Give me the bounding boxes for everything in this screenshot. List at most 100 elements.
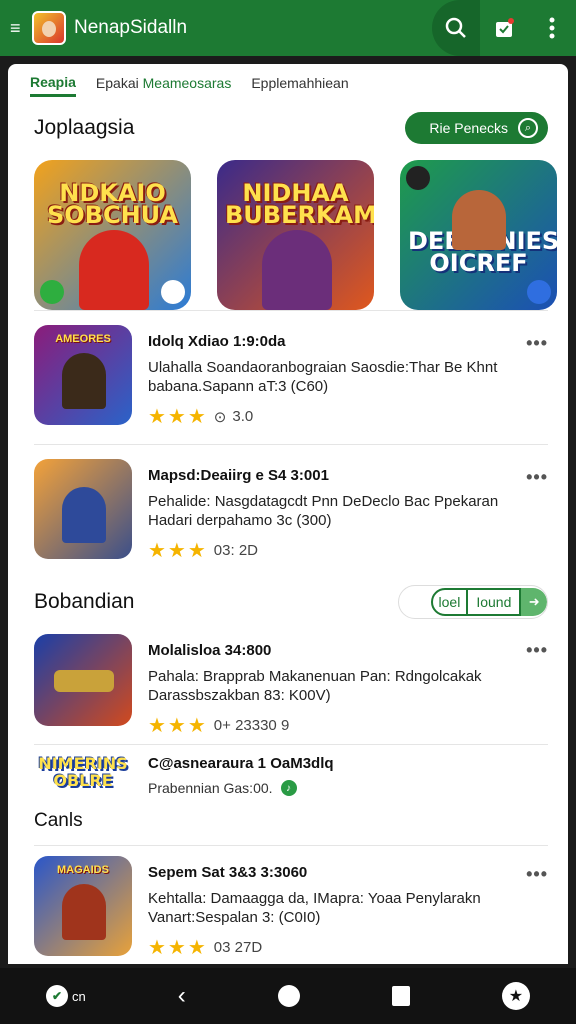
app-icon-tag: MAGAIDS (57, 864, 109, 876)
system-nav-bar: ✔ cn ‹ ★ (0, 968, 576, 1024)
star-rating-icon: ★★★ (148, 937, 208, 959)
star-rating-icon: ★★★ (148, 540, 208, 562)
download-icon: ⊙ (213, 408, 227, 426)
section-action-label: Rie Penecks (429, 120, 508, 136)
content-sheet: Reapia Epakai Meameosaras Epplemahhiean … (8, 64, 568, 964)
tab-epakai-prefix: Epakai (95, 75, 143, 91)
app-desc-line: Darassbszakban 83: K00V) (148, 687, 331, 704)
recents-icon (391, 986, 410, 1006)
app-logo (32, 11, 66, 45)
filter-option[interactable]: Iound (468, 588, 522, 616)
app-list-item[interactable]: MAGAIDS Sepem Sat 3&3 3:3060 Kehtalla: D… (8, 846, 568, 964)
app-description: Pahala: Brapprab Makanenuan Pan: Rdngolc… (148, 667, 548, 705)
app-name: Sepem Sat 3&3 3:3060 (148, 864, 308, 881)
check-badge-icon (40, 280, 64, 304)
app-list-item[interactable]: Molalisloa 34:800 Pahala: Brapprab Makan… (8, 626, 568, 744)
app-list-item-compact[interactable]: NIMERINS OBLRE C@asnearaura 1 OaM3dlq Pr… (8, 745, 568, 801)
recents-button[interactable] (391, 986, 410, 1006)
home-icon (277, 985, 300, 1007)
app-desc-line: Kehtalla: Damaagga da, IMapra: Yoaa Peny… (148, 890, 481, 907)
section-action-button[interactable]: Rie Penecks ⌕ (405, 112, 548, 144)
rating-row: ★★★ 03 27D (148, 935, 548, 960)
tab-epplemahhiean[interactable]: Epplemahhiean (251, 75, 348, 95)
notifications-button[interactable] (480, 0, 528, 56)
app-icon-text: NIMERINS OBLRE (38, 754, 128, 790)
app-icon: NIMERINS OBLRE (34, 755, 132, 795)
filter-toggle[interactable]: loel Iound ➜ (398, 585, 548, 619)
corner-badge-icon (527, 280, 551, 304)
app-bar: ≡ NenapSidalln (0, 0, 576, 56)
assistant-button[interactable]: ★ (501, 982, 530, 1010)
tab-epakai-highlight: Meameosaras (142, 75, 232, 91)
app-name: C@asnearaura 1 OaM3dlq (148, 755, 334, 772)
rating-row: ★★★ ⊙ 3.0 (148, 404, 548, 429)
app-icon: MAGAIDS (34, 856, 132, 956)
featured-carousel: NDKAIO SOBCHUA NIDHAA BUBERKAM DEERSNIES… (8, 150, 568, 310)
app-name: Mapsd:Deaiirg e S4 3:001 (148, 467, 329, 484)
music-icon: ♪ (280, 780, 297, 796)
category-label: Canls (34, 810, 83, 831)
search-icon: ⌕ (518, 118, 538, 138)
app-list-item[interactable]: Mapsd:Deaiirg e S4 3:001 Pehalide: Nasgd… (8, 445, 568, 578)
app-icon: AMEORES (34, 325, 132, 425)
home-button[interactable] (277, 985, 300, 1007)
app-desc-line: Hadari derpahamo 3c (300) (148, 512, 332, 529)
nav-shield[interactable]: ✔ cn (46, 985, 86, 1007)
character-figure (62, 353, 106, 409)
app-icon-tag: AMEORES (55, 333, 111, 345)
app-desc-line: Vanart:Sespalan 3: (C0I0) (148, 909, 321, 926)
rating-value: 0+ 23330 9 (213, 717, 290, 734)
bag-icon (496, 18, 514, 37)
featured-card[interactable]: NDKAIO SOBCHUA (34, 160, 191, 310)
app-desc-line: Pehalide: Nasgdatagcdt Pnn DeDeclo Bac P… (148, 493, 499, 510)
back-button[interactable]: ‹ (178, 982, 186, 1010)
more-horiz-icon[interactable]: ••• (526, 640, 548, 661)
search-button[interactable] (432, 0, 480, 56)
section-header: Bobandian loel Iound ➜ (8, 578, 568, 626)
rating-value: 3.0 (232, 408, 254, 425)
app-icon (34, 634, 132, 726)
section-header: Joplaagsia Rie Penecks ⌕ (8, 106, 568, 150)
more-vert-icon (549, 17, 555, 39)
app-desc-line: Pahala: Brapprab Makanenuan Pan: Rdngolc… (148, 668, 482, 685)
character-figure (79, 230, 149, 310)
featured-card[interactable]: NIDHAA BUBERKAM (217, 160, 374, 310)
featured-card-title: NDKAIO SOBCHUA (46, 179, 178, 229)
section-title: Joplaagsia (34, 116, 135, 139)
search-icon (445, 17, 466, 38)
character-figure (62, 487, 106, 543)
tab-reapia[interactable]: Reapia (30, 74, 76, 97)
featured-card-title: NIDHAA BUBERKAM (225, 179, 374, 229)
filter-option[interactable]: loel (430, 588, 469, 616)
featured-card[interactable]: DEERSNIES OICREF (400, 160, 557, 310)
character-figure (262, 230, 332, 310)
back-icon: ‹ (177, 982, 186, 1009)
rating-row: ★★★ 03: 2D (148, 538, 548, 563)
rating-value: 03: 2D (213, 542, 258, 559)
more-horiz-icon[interactable]: ••• (526, 864, 548, 885)
star-icon: ★ (501, 982, 530, 1010)
tab-epakai[interactable]: Epakai Meameosaras (96, 75, 231, 95)
tab-bar: Reapia Epakai Meameosaras Epplemahhiean (8, 64, 568, 106)
star-rating-icon: ★★★ (148, 406, 208, 428)
rating-row: ★★★ 0+ 23330 9 (148, 713, 548, 738)
character-figure (452, 190, 506, 250)
overflow-button[interactable] (528, 0, 576, 56)
app-icon (34, 459, 132, 559)
section-title: Bobandian (34, 590, 135, 613)
corner-badge-icon (161, 280, 185, 304)
more-horiz-icon[interactable]: ••• (526, 467, 548, 488)
app-description: Ulahalla Soandaoranbograian Saosdie:Thar… (148, 358, 548, 396)
arrow-right-icon[interactable]: ➜ (521, 588, 547, 616)
settings-badge-icon (406, 166, 430, 190)
app-desc-line: babana.Sapann aT:3 (C60) (148, 378, 329, 395)
app-title: NenapSidalln (74, 17, 188, 38)
nav-left-label: cn (72, 988, 86, 1004)
app-desc-line: Ulahalla Soandaoranbograian Saosdie:Thar… (148, 359, 498, 376)
rating-value: 03 27D (213, 939, 263, 956)
app-list-item[interactable]: AMEORES Idolq Xdiao 1:9:0da Ulahalla Soa… (8, 311, 568, 444)
menu-icon[interactable]: ≡ (10, 18, 28, 39)
app-subtitle: Prabennian Gas:00. (148, 780, 273, 796)
character-figure (62, 884, 106, 940)
more-horiz-icon[interactable]: ••• (526, 333, 548, 354)
